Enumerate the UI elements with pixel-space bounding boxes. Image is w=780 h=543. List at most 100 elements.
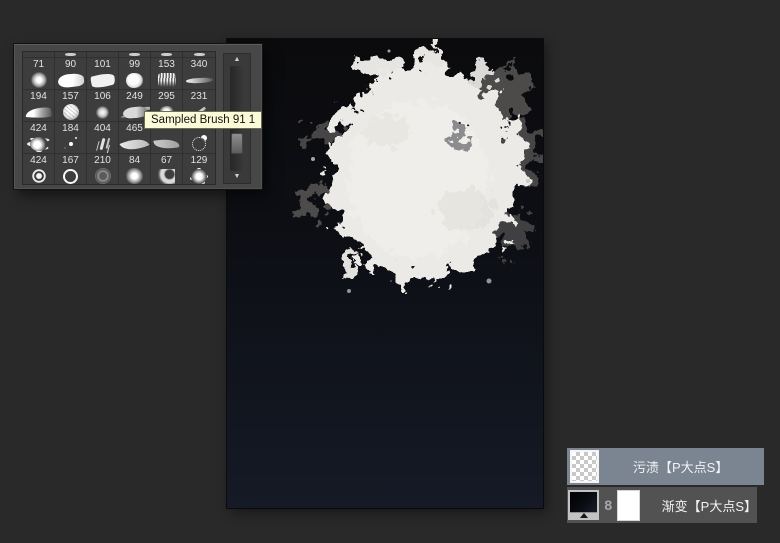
brush-thumb-wrap: [87, 135, 118, 153]
brush-size-label: 90: [64, 59, 77, 70]
layer-name: 污渍【P大点S】: [633, 460, 729, 475]
brush-thumb-wrap: [23, 71, 54, 89]
brush-size-label: 129: [190, 155, 208, 166]
layer-name: 渐变【P大点S】: [661, 498, 757, 514]
brush-size-label: 404: [94, 123, 111, 134]
brush-preset-cell[interactable]: 404: [87, 122, 119, 154]
spiky-blob-brush-icon: [191, 168, 207, 184]
brush-preset-cell[interactable]: 106: [87, 90, 119, 122]
brush-thumb-wrap: [55, 71, 86, 89]
brush-thumb-wrap: [87, 167, 118, 184]
brush-thumb-wrap: [119, 71, 150, 89]
soft-round-glow-brush-icon: [30, 72, 47, 88]
leaf-smear-brush-icon: [89, 70, 116, 89]
brush-preset-cell[interactable]: 424: [23, 154, 55, 184]
scribble-ball-brush-icon: [62, 104, 79, 120]
gradient-preview: [570, 492, 598, 512]
brush-size-label: 424: [30, 155, 47, 166]
leaf-soft-brush-icon: [153, 137, 180, 151]
brush-thumb-wrap: [151, 135, 182, 153]
brush-thumb-wrap: [151, 167, 182, 184]
brush-preset-cell[interactable]: 129: [183, 154, 215, 184]
brush-size-label: 184: [62, 123, 79, 134]
brush-size-label: 71: [32, 59, 45, 70]
scroll-down-icon[interactable]: ▼: [224, 172, 250, 182]
layer-mask-thumbnail[interactable]: [617, 489, 640, 521]
brush-thumb-wrap: [55, 167, 86, 184]
brush-size-label: 231: [190, 91, 208, 102]
brush-preset-cell[interactable]: 184: [55, 122, 87, 154]
brush-thumb-wrap: [183, 135, 215, 153]
brush-thumb-wrap: [87, 103, 118, 121]
clipped-brush-tip-icon: [65, 53, 76, 56]
clipped-brush-tip-icon: [193, 53, 205, 56]
spray-specks-brush-icon: [68, 142, 73, 146]
layer-mask-link-icon: 8: [604, 497, 613, 513]
brush-preset-cell[interactable]: 424: [23, 122, 55, 154]
brush-size-label: 101: [94, 59, 111, 70]
brush-thumb-wrap: [183, 167, 215, 184]
brush-thumb-wrap: [55, 135, 86, 153]
brush-thumb-wrap: [23, 103, 54, 121]
brush-size-label: 340: [190, 59, 208, 70]
gradient-layer-thumbnail[interactable]: [568, 490, 600, 520]
brush-size-label: 157: [62, 91, 79, 102]
clipped-brush-tip-icon: [161, 53, 172, 56]
brush-thumb-wrap: [55, 103, 86, 121]
gradient-stop-bar: [570, 512, 598, 518]
gradient-stop-marker-icon: [579, 513, 588, 518]
brush-preset-cell[interactable]: 210: [87, 154, 119, 184]
brush-thumb-wrap: [183, 71, 215, 89]
brush-preset-cell[interactable]: 340: [183, 58, 215, 90]
brush-thumb-wrap: [23, 167, 54, 184]
scrollbar-thumb[interactable]: [231, 133, 243, 154]
brush-preset-cell[interactable]: 167: [55, 154, 87, 184]
dot-ring-brush-icon: [192, 136, 206, 151]
fuzzy-blob-brush-icon: [126, 168, 143, 184]
brush-size-label: 194: [30, 91, 47, 102]
brush-preset-cell[interactable]: 67: [151, 154, 183, 184]
streak-cluster-brush-icon: [157, 73, 176, 87]
swirl-faint-brush-icon: [94, 168, 111, 184]
brush-thumb-wrap: [23, 135, 54, 153]
brush-size-label: 249: [126, 91, 143, 102]
brush-preset-cell[interactable]: 99: [119, 58, 151, 90]
leaf-large-brush-icon: [119, 132, 150, 153]
brush-size-label: 167: [62, 155, 79, 166]
brush-size-label: 99: [128, 59, 141, 70]
brush-preset-cell[interactable]: 101: [87, 58, 119, 90]
clipped-brush-tip-icon: [129, 53, 140, 56]
brush-size-label: 84: [128, 155, 141, 166]
scroll-up-icon[interactable]: ▲: [224, 55, 250, 65]
bold-ring-brush-icon: [63, 168, 78, 184]
brush-preset-cell[interactable]: 84: [119, 154, 151, 184]
brush-size-label: 153: [158, 59, 175, 70]
brush-preset-cell[interactable]: 71: [23, 58, 55, 90]
brush-size-label: 424: [30, 123, 47, 134]
thin-streak-brush-icon: [185, 76, 213, 84]
burst-splat-brush-icon: [29, 137, 48, 151]
rough-blob-brush-icon: [126, 72, 143, 88]
photoshop-workspace: 71 90 101 99 153 340 194 157 106 249 295 231 424 184 4…: [0, 0, 780, 543]
swoosh-horn-brush-icon: [25, 105, 52, 119]
mottled-blob-brush-icon: [96, 105, 109, 119]
layer-row-stain[interactable]: 污渍【P大点S】: [567, 448, 764, 485]
brush-thumb-wrap: [119, 132, 150, 153]
brush-size-label: 106: [94, 91, 111, 102]
brush-preset-cell[interactable]: 153: [151, 58, 183, 90]
layer-row-gradient[interactable]: 8 渐变【P大点S】: [567, 487, 757, 523]
brush-tooltip: Sampled Brush 91 1: [144, 111, 263, 129]
brush-thumb-wrap: [119, 167, 150, 184]
transparent-checker-thumbnail[interactable]: [570, 450, 599, 483]
brush-thumb-wrap: [87, 70, 118, 89]
crescent-fuzzy-brush-icon: [158, 168, 175, 184]
brush-size-label: 210: [94, 155, 111, 166]
brush-preset-cell[interactable]: 90: [55, 58, 87, 90]
brush-thumb-wrap: [151, 71, 182, 89]
brush-preset-cell[interactable]: 157: [55, 90, 87, 122]
wide-smear-brush-icon: [56, 72, 85, 88]
donut-dot-brush-icon: [31, 169, 46, 183]
document-canvas[interactable]: [227, 39, 543, 508]
brush-preset-cell[interactable]: 194: [23, 90, 55, 122]
splatter-drops-brush-icon: [99, 137, 106, 151]
